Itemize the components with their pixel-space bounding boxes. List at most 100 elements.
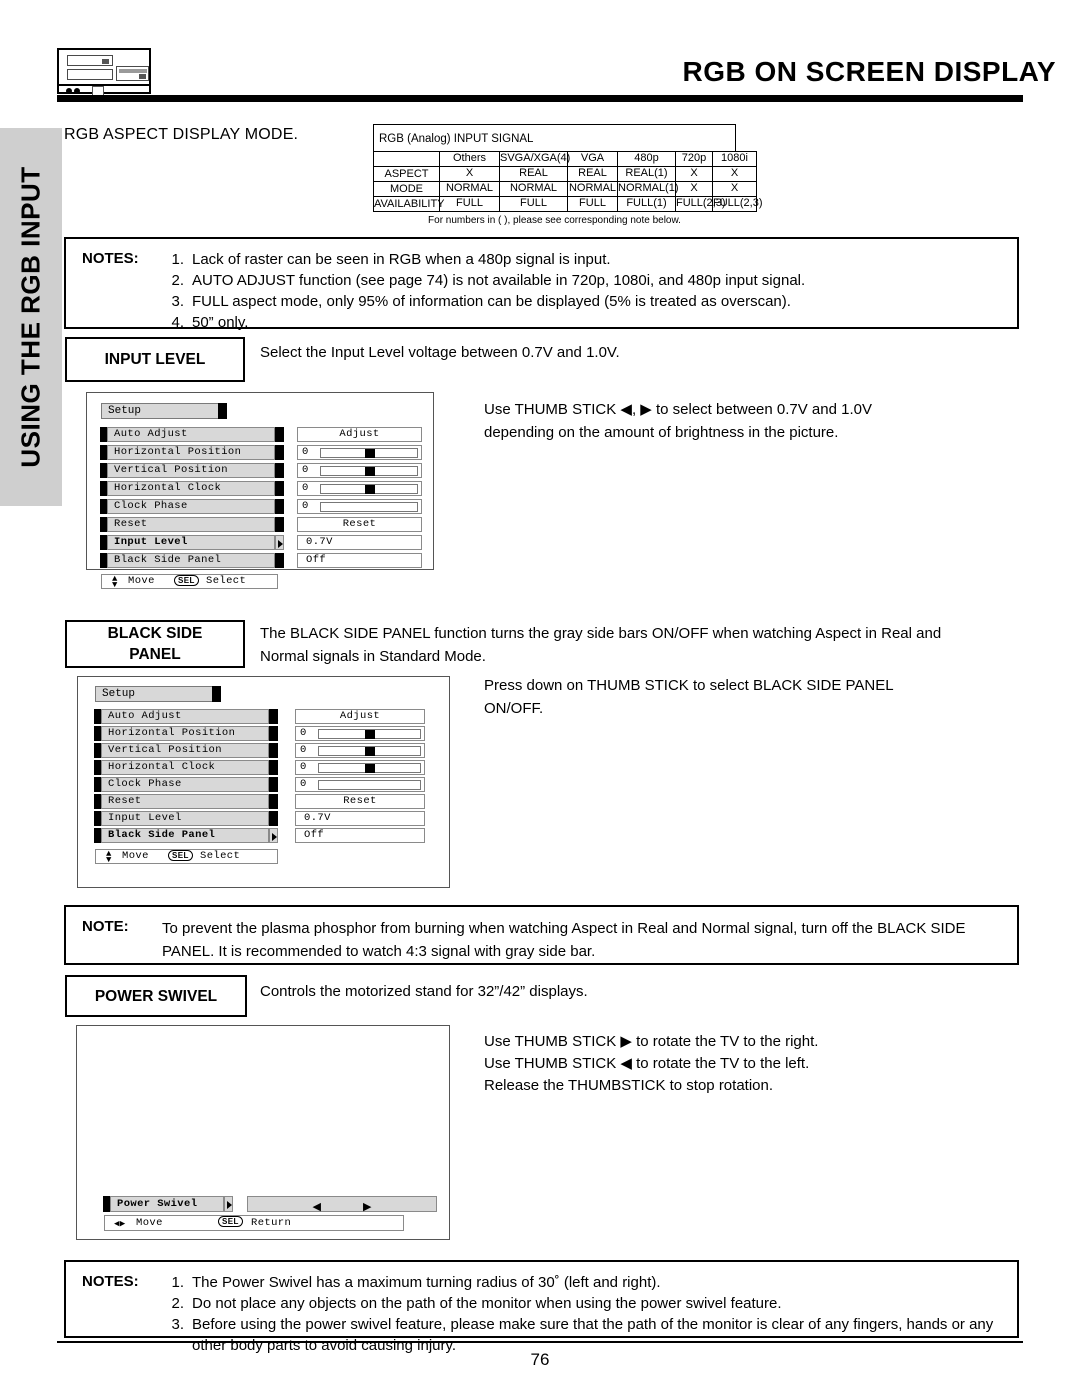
list-item: 1. Lack of raster can be seen in RGB when… (162, 249, 1007, 270)
list-text: Lack of raster can be seen in RGB when a… (192, 251, 611, 268)
power-swivel-description: Controls the motorized stand for 32”/42”… (260, 983, 588, 1000)
osd-row-right-cap (269, 726, 278, 741)
list-item: 2. AUTO ADJUST function (see page 74) is … (162, 270, 1007, 291)
signal-table-grid: Others SVGA/XGA(4) VGA 480p 720p 1080i A… (373, 151, 763, 212)
sel-key-icon: SEL (174, 575, 199, 589)
osd-footer-hint: ▲ ▼ Move SEL Select (101, 574, 278, 590)
osd-slider-value: 0 (300, 778, 307, 790)
osd-title-text: Setup (108, 405, 142, 417)
osd-slider-vertical-position[interactable]: 0 (297, 463, 422, 478)
list-item: 3. FULL aspect mode, only 95% of informat… (162, 291, 1007, 312)
column-header: 720p (675, 151, 713, 167)
power-swivel-instruction-1: Use THUMB STICK ▶ to rotate the TV to th… (484, 1033, 819, 1050)
black-side-panel-instruction: Press down on THUMB STICK to select BLAC… (484, 677, 894, 717)
osd-row-label: Reset (101, 794, 269, 809)
osd-row-left-cap (94, 743, 101, 758)
osd-slider-track (320, 501, 418, 512)
osd-row-right-cap (269, 760, 278, 775)
osd-row-label: Horizontal Position (107, 445, 275, 460)
chevron-right-icon (269, 828, 278, 843)
osd-row-label: Reset (107, 517, 275, 532)
osd-value-auto-adjust[interactable]: Adjust (295, 709, 425, 724)
black-side-panel-section-label: BLACK SIDE PANEL (65, 620, 245, 668)
osd-slider-vertical-position[interactable]: 0 (295, 743, 425, 758)
table-cell: NORMAL (439, 180, 500, 197)
osd-row-right-cap (269, 794, 278, 809)
power-swivel-instruction-3: Release the THUMBSTICK to stop rotation. (484, 1077, 774, 1094)
list-number: 4. (171, 314, 184, 331)
osd-value-auto-adjust[interactable]: Adjust (297, 427, 422, 442)
page-number: 76 (530, 1350, 550, 1369)
middle-note-box: NOTE: To prevent the plasma phosphor fro… (64, 905, 1019, 965)
osd-row-right-cap (269, 777, 278, 792)
column-header: 480p (617, 151, 676, 167)
osd-slider-horizontal-position[interactable]: 0 (295, 726, 425, 741)
osd-slider-value: 0 (300, 744, 307, 756)
osd-slider-thumb[interactable] (365, 747, 376, 756)
osd-value-reset[interactable]: Reset (295, 794, 425, 809)
table-cell: NORMAL (499, 180, 568, 197)
notes-list: 1. The Power Swivel has a maximum turning… (162, 1272, 1007, 1356)
bottom-notes-box: NOTES: 1. The Power Swivel has a maximum … (64, 1260, 1019, 1354)
rgb-input-signal-table: RGB (Analog) INPUT SIGNAL Others SVGA/XG… (373, 124, 763, 226)
list-text: 50” only. (192, 314, 249, 331)
page-title: RGB ON SCREEN DISPLAY (682, 56, 1056, 87)
up-down-arrow-icon: ▲ ▼ (106, 849, 112, 865)
osd-row-right-cap (269, 811, 278, 826)
table-cell: FULL(2,3) (712, 195, 763, 212)
osd-row-left-cap (100, 427, 107, 442)
osd-power-swivel-arrows[interactable]: ◀ ▶ (247, 1196, 437, 1214)
input-level-instruction: Use THUMB STICK ◀, ▶ to select between 0… (484, 401, 872, 441)
black-side-panel-osd: Setup Auto Adjust Adjust Horizontal Posi… (77, 676, 450, 888)
osd-slider-thumb[interactable] (365, 764, 376, 773)
osd-slider-track (318, 745, 421, 756)
notes-list: 1. Lack of raster can be seen in RGB when… (162, 249, 1007, 333)
power-swivel-label-text: POWER SWIVEL (94, 987, 218, 1005)
osd-slider-thumb[interactable] (365, 467, 376, 476)
osd-slider-value: 0 (302, 500, 309, 512)
list-item: 1. The Power Swivel has a maximum turning… (162, 1272, 1007, 1293)
osd-value-input-level[interactable]: 0.7V (295, 811, 425, 826)
left-right-arrow-icon: ◀▶ (114, 1219, 126, 1229)
power-swivel-preview-frame: Power Swivel ◀ ▶ ◀▶ Move SEL Return (76, 1025, 450, 1240)
osd-slider-horizontal-clock[interactable]: 0 (297, 481, 422, 496)
osd-value-black-side-panel[interactable]: Off (297, 553, 422, 568)
osd-value-reset[interactable]: Reset (297, 517, 422, 532)
chevron-right-icon (224, 1196, 233, 1212)
osd-row-left-cap (94, 709, 101, 724)
left-arrow-icon[interactable]: ◀ (313, 1200, 321, 1214)
osd-slider-track (318, 728, 421, 739)
table-cell: X (712, 180, 757, 197)
aspect-display-mode-heading: RGB ASPECT DISPLAY MODE. (64, 126, 299, 143)
osd-slider-thumb[interactable] (365, 449, 376, 458)
osd-row-left-cap (100, 445, 107, 460)
up-down-arrow-icon: ▲ ▼ (112, 574, 118, 590)
table-cell: FULL (439, 195, 500, 212)
osd-slider-value: 0 (302, 446, 309, 458)
osd-row-left-cap (100, 517, 107, 532)
osd-slider-thumb[interactable] (365, 485, 376, 494)
list-number: 2. (171, 1295, 184, 1312)
table-cell: FULL (499, 195, 568, 212)
osd-slider-horizontal-position[interactable]: 0 (297, 445, 422, 460)
table-cell: NORMAL(1) (617, 180, 679, 197)
osd-footer-action-label: Select (200, 850, 241, 862)
table-cell: FULL (567, 195, 618, 212)
osd-slider-track (320, 465, 418, 476)
table-cell: FULL(1) (617, 195, 676, 212)
osd-row-left-cap (100, 553, 107, 568)
section-tab-label: USING THE RGB INPUT (15, 166, 46, 468)
osd-footer-move-label: Move (136, 1217, 163, 1229)
osd-value-black-side-panel[interactable]: Off (295, 828, 425, 843)
osd-slider-clock-phase[interactable]: 0 (297, 499, 422, 514)
osd-slider-clock-phase[interactable]: 0 (295, 777, 425, 792)
osd-row-left-cap (94, 794, 101, 809)
osd-value-input-level[interactable]: 0.7V (297, 535, 422, 550)
table-header-row: Others SVGA/XGA(4) VGA 480p 720p 1080i (373, 151, 757, 167)
osd-slider-thumb[interactable] (365, 730, 376, 739)
osd-footer-action-label: Select (206, 575, 247, 587)
osd-row-right-cap (269, 709, 278, 724)
osd-footer-move-label: Move (122, 850, 149, 862)
right-arrow-icon[interactable]: ▶ (363, 1200, 371, 1214)
osd-slider-horizontal-clock[interactable]: 0 (295, 760, 425, 775)
